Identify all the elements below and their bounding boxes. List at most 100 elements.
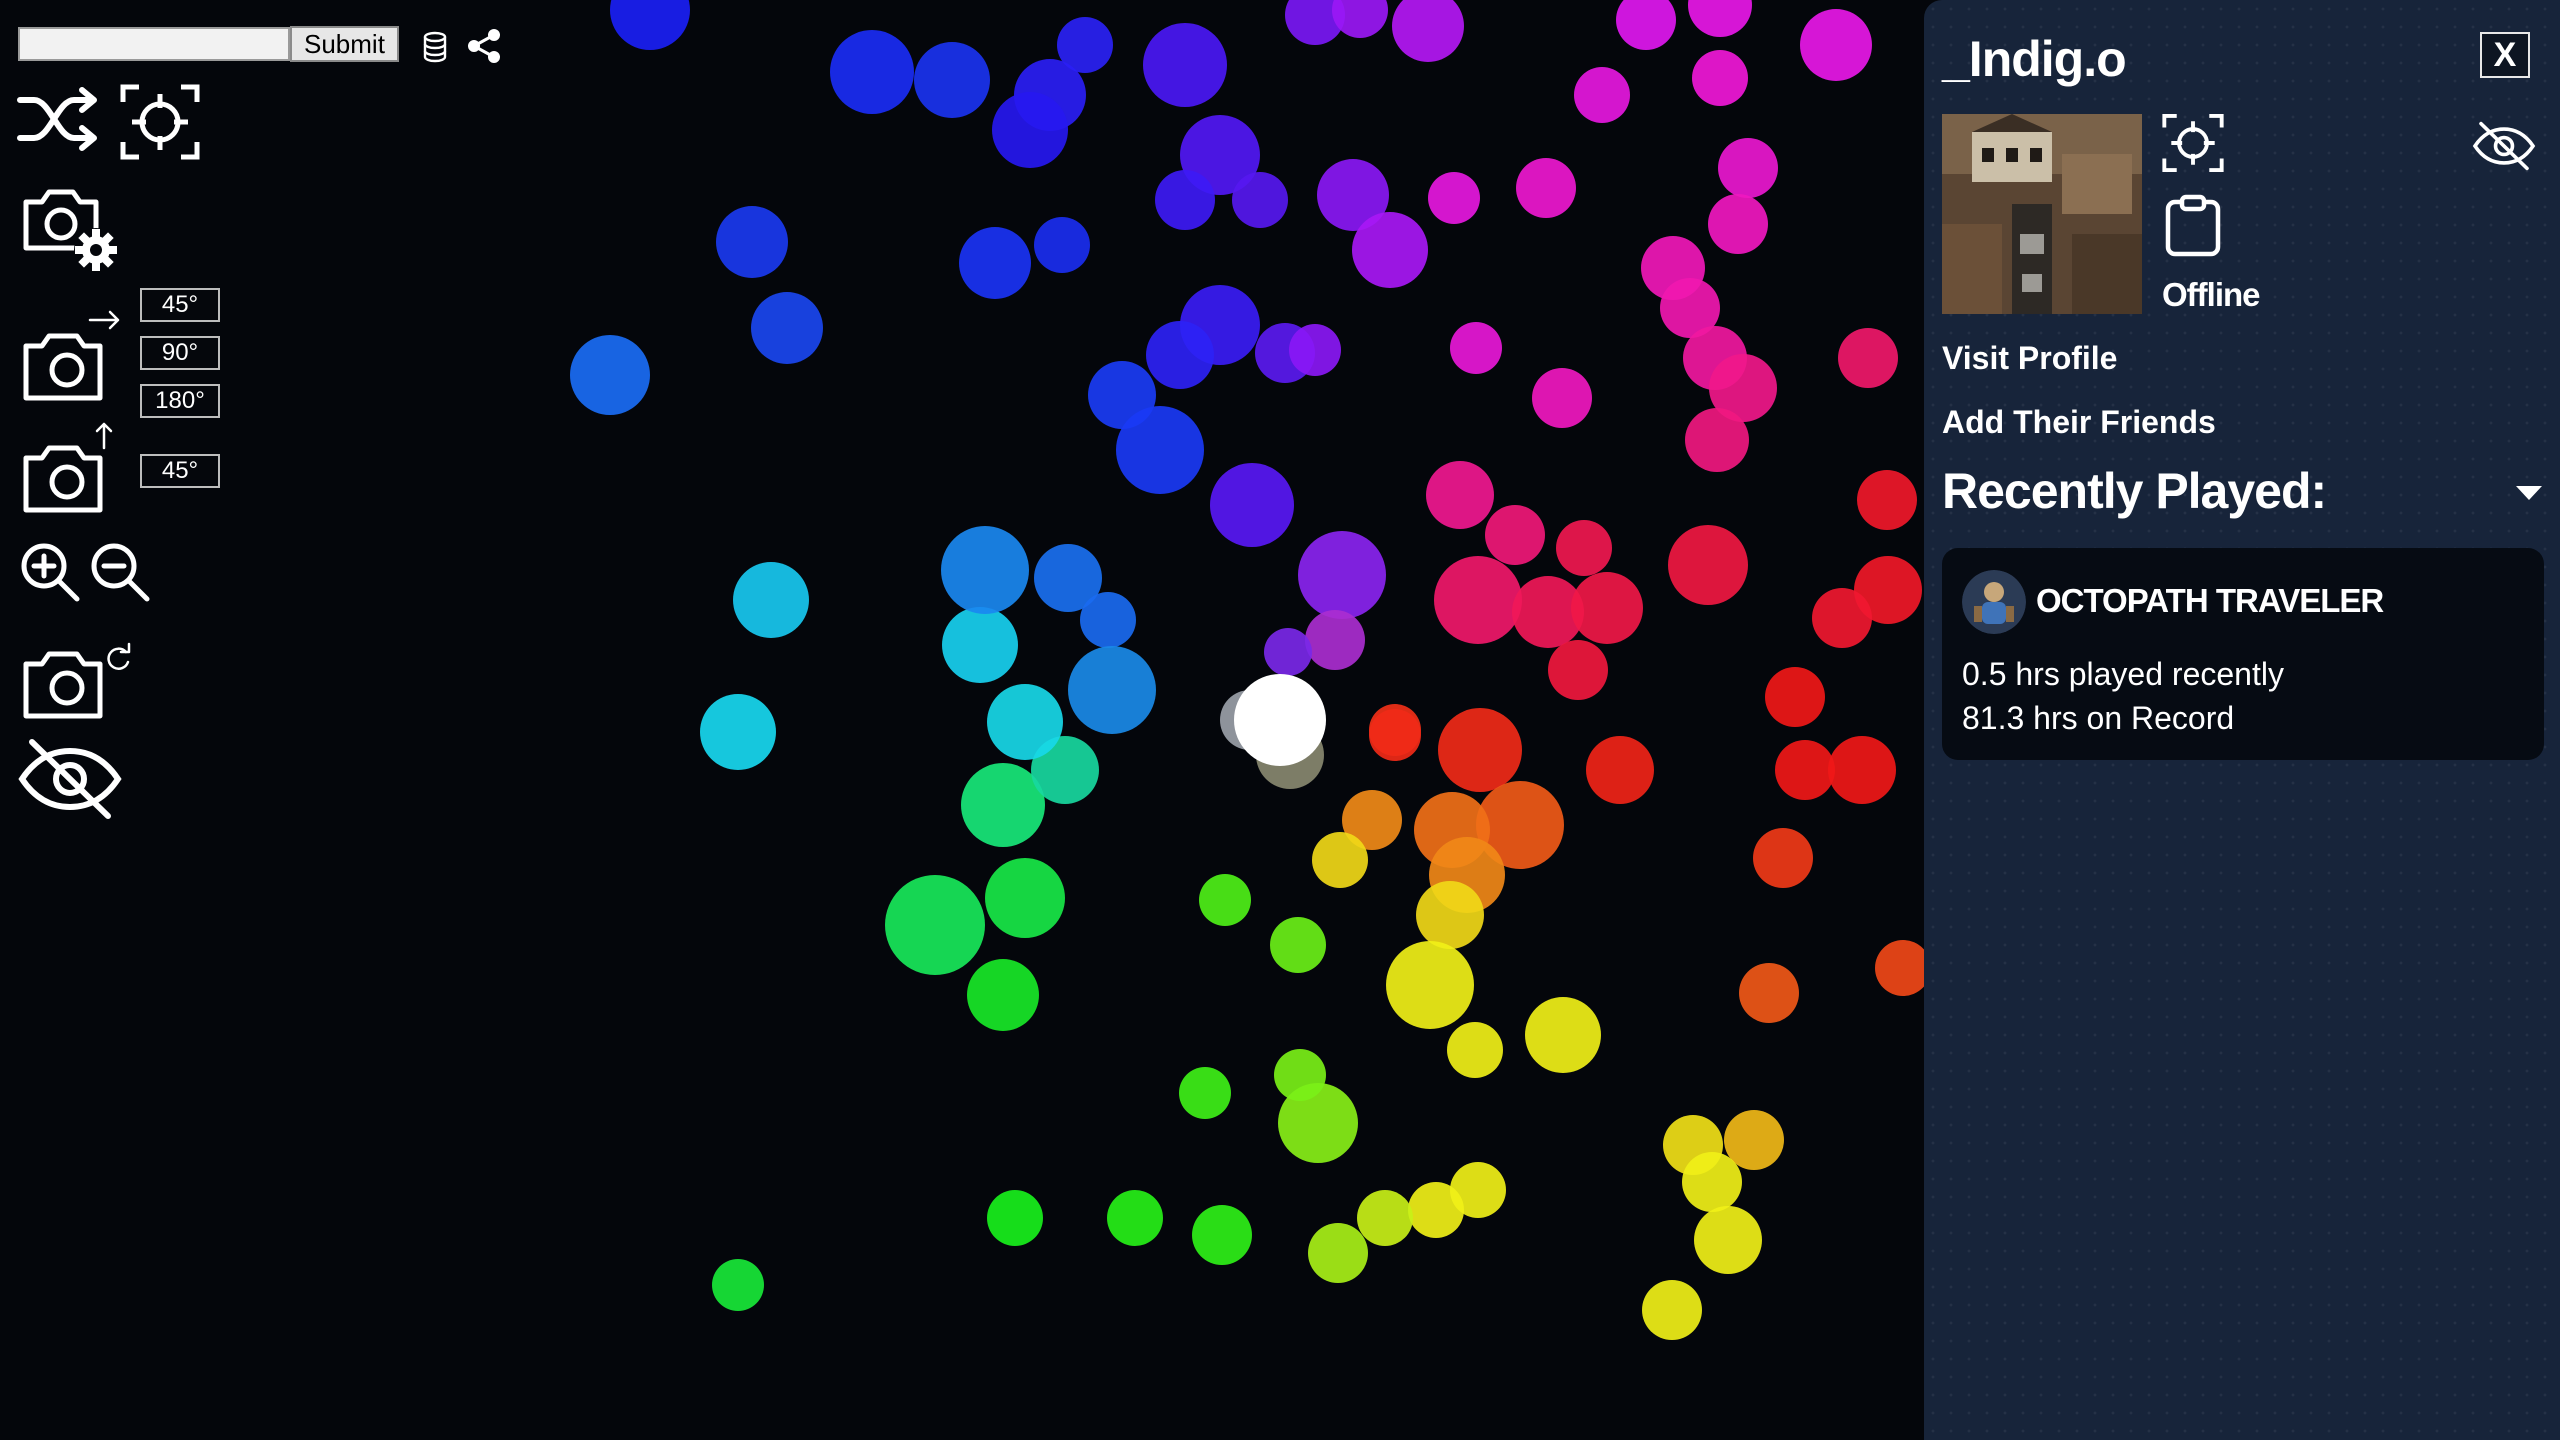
friend-node[interactable] <box>1685 408 1749 472</box>
friend-node[interactable] <box>1642 1280 1702 1340</box>
friend-node[interactable] <box>1688 0 1752 37</box>
shuffle-icon[interactable] <box>16 86 102 152</box>
friend-node[interactable] <box>1408 1182 1464 1238</box>
friend-node[interactable] <box>1332 0 1388 38</box>
friend-node[interactable] <box>700 694 776 770</box>
clipboard-icon[interactable] <box>2164 194 2222 263</box>
friend-node[interactable] <box>1692 50 1748 106</box>
target-icon[interactable] <box>2162 112 2224 179</box>
friend-node[interactable] <box>751 292 823 364</box>
friend-node[interactable] <box>1308 1223 1368 1283</box>
camera-refresh-icon[interactable] <box>20 640 144 720</box>
friend-node[interactable] <box>1447 1022 1503 1078</box>
friend-node[interactable] <box>1192 1205 1252 1265</box>
friend-node[interactable] <box>1289 324 1341 376</box>
rotate-horizontal-180-button[interactable]: 180° <box>140 384 220 418</box>
game-title[interactable]: OCTOPATH TRAVELER <box>2036 582 2384 620</box>
friend-node[interactable] <box>1155 170 1215 230</box>
friend-node[interactable] <box>1450 322 1502 374</box>
eye-off-icon[interactable] <box>2472 120 2536 177</box>
friend-node[interactable] <box>1386 941 1474 1029</box>
friend-node[interactable] <box>987 1190 1043 1246</box>
friend-node[interactable] <box>1838 328 1898 388</box>
friend-node[interactable] <box>1080 592 1136 648</box>
friend-node[interactable] <box>1146 321 1214 389</box>
friend-graph[interactable] <box>0 0 1924 1440</box>
friend-node[interactable] <box>1426 461 1494 529</box>
friend-node[interactable] <box>1116 406 1204 494</box>
friend-node[interactable] <box>1107 1190 1163 1246</box>
share-icon[interactable] <box>466 28 502 64</box>
center-user-node[interactable] <box>1234 674 1326 766</box>
friend-node[interactable] <box>1274 1049 1326 1101</box>
friend-node[interactable] <box>1428 172 1480 224</box>
submit-button[interactable]: Submit <box>290 26 399 62</box>
friend-node[interactable] <box>1694 1206 1762 1274</box>
friend-node[interactable] <box>1571 572 1643 644</box>
eye-off-icon[interactable] <box>18 736 122 822</box>
friend-node[interactable] <box>1179 1067 1231 1119</box>
friend-node[interactable] <box>1525 997 1601 1073</box>
friend-node[interactable] <box>1828 736 1896 804</box>
friend-node[interactable] <box>1812 588 1872 648</box>
friend-node[interactable] <box>1682 1152 1742 1212</box>
friend-node[interactable] <box>1800 9 1872 81</box>
friend-node[interactable] <box>1556 520 1612 576</box>
zoom-in-icon[interactable] <box>18 540 82 604</box>
friend-node[interactable] <box>941 526 1029 614</box>
friend-node[interactable] <box>1708 194 1768 254</box>
friend-node[interactable] <box>1392 0 1464 62</box>
friend-node[interactable] <box>1264 628 1312 676</box>
friend-node[interactable] <box>830 30 914 114</box>
friend-node[interactable] <box>1143 23 1227 107</box>
friend-node[interactable] <box>1305 610 1365 670</box>
friend-node[interactable] <box>1586 736 1654 804</box>
friend-node[interactable] <box>987 684 1063 760</box>
target-icon[interactable] <box>120 84 200 160</box>
friend-node[interactable] <box>1034 217 1090 273</box>
friend-node[interactable] <box>1270 917 1326 973</box>
friend-graph-canvas[interactable] <box>0 0 1924 1440</box>
friend-node[interactable] <box>1739 963 1799 1023</box>
friend-node[interactable] <box>1369 709 1421 761</box>
database-icon[interactable] <box>420 30 450 64</box>
visit-profile-link[interactable]: Visit Profile <box>1942 340 2117 377</box>
friend-node[interactable] <box>985 858 1065 938</box>
friend-node[interactable] <box>610 0 690 50</box>
friend-node[interactable] <box>716 206 788 278</box>
friend-node[interactable] <box>1312 832 1368 888</box>
friend-node[interactable] <box>1438 708 1522 792</box>
friend-node[interactable] <box>1485 505 1545 565</box>
friend-node[interactable] <box>992 92 1068 168</box>
friend-node[interactable] <box>570 335 650 415</box>
friend-node[interactable] <box>885 875 985 975</box>
search-input[interactable] <box>18 27 290 61</box>
friend-node[interactable] <box>967 959 1039 1031</box>
rotate-vertical-45-button[interactable]: 45° <box>140 454 220 488</box>
camera-rotate-horizontal-icon[interactable] <box>20 300 126 406</box>
friend-node[interactable] <box>1357 1190 1413 1246</box>
close-button[interactable]: X <box>2480 32 2530 78</box>
friend-node[interactable] <box>914 42 990 118</box>
friend-node[interactable] <box>1616 0 1676 50</box>
friend-node[interactable] <box>1434 556 1522 644</box>
friend-node[interactable] <box>1352 212 1428 288</box>
rotate-horizontal-90-button[interactable]: 90° <box>140 336 220 370</box>
friend-node[interactable] <box>1548 640 1608 700</box>
friend-node[interactable] <box>1068 646 1156 734</box>
camera-rotate-vertical-icon[interactable] <box>20 418 126 518</box>
add-their-friends-link[interactable]: Add Their Friends <box>1942 404 2216 441</box>
friend-node[interactable] <box>712 1259 764 1311</box>
friend-node[interactable] <box>1416 881 1484 949</box>
friend-node[interactable] <box>1718 138 1778 198</box>
friend-node[interactable] <box>1574 67 1630 123</box>
friend-node[interactable] <box>1532 368 1592 428</box>
friend-node[interactable] <box>733 562 809 638</box>
friend-node[interactable] <box>942 607 1018 683</box>
zoom-out-icon[interactable] <box>88 540 152 604</box>
friend-node[interactable] <box>1516 158 1576 218</box>
camera-settings-icon[interactable] <box>20 180 124 276</box>
friend-node[interactable] <box>1753 828 1813 888</box>
friend-node[interactable] <box>1199 874 1251 926</box>
friend-node[interactable] <box>1210 463 1294 547</box>
